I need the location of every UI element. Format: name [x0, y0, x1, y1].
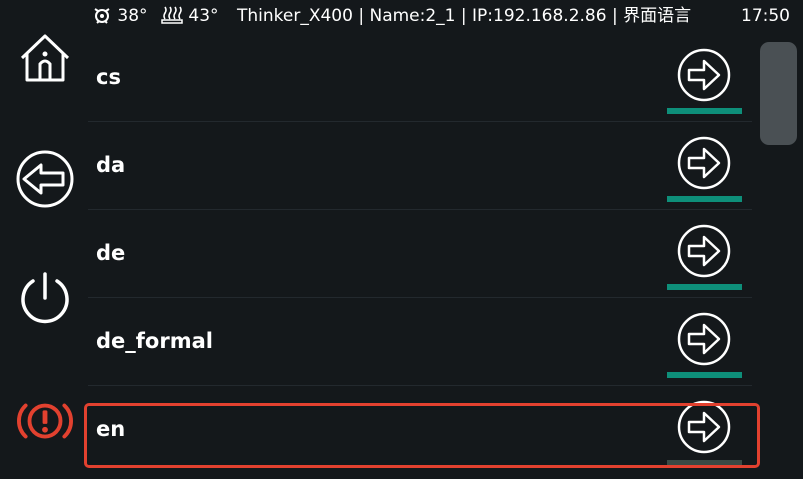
item-underline	[667, 460, 742, 466]
list-item[interactable]: cs	[88, 34, 752, 122]
status-bar: 38° 43° Thinker_X400 | Name:2_1 | IP:192…	[0, 0, 803, 32]
list-item-selected[interactable]: en	[88, 386, 752, 474]
power-icon	[21, 272, 69, 324]
item-underline	[667, 196, 742, 202]
nozzle-temp: 38°	[92, 5, 148, 27]
bed-temp-value: 43°	[188, 6, 219, 26]
arrow-right-icon[interactable]	[677, 48, 731, 102]
emergency-stop-button[interactable]	[14, 390, 76, 452]
language-label: de_formal	[96, 329, 213, 353]
heated-bed-icon	[161, 6, 183, 24]
back-arrow-icon	[16, 150, 74, 208]
language-label: de	[96, 241, 126, 265]
alert-icon	[17, 403, 73, 439]
arrow-right-icon[interactable]	[677, 400, 731, 454]
language-label: da	[96, 153, 126, 177]
sidebar	[0, 32, 88, 479]
clock: 17:50	[741, 6, 790, 26]
item-underline	[667, 108, 742, 114]
arrow-right-icon[interactable]	[677, 224, 731, 278]
home-button[interactable]	[14, 28, 76, 90]
bed-temp: 43°	[161, 5, 219, 27]
item-underline	[667, 372, 742, 378]
language-label: cs	[96, 65, 121, 89]
arrow-right-icon[interactable]	[677, 136, 731, 190]
power-button[interactable]	[14, 268, 76, 330]
language-settings-screen: 38° 43° Thinker_X400 | Name:2_1 | IP:192…	[0, 0, 803, 479]
nozzle-temp-value: 38°	[117, 6, 148, 26]
language-label: en	[96, 417, 126, 441]
list-item[interactable]: de_formal	[88, 298, 752, 386]
list-item[interactable]: da	[88, 122, 752, 210]
printer-info: Thinker_X400 | Name:2_1 | IP:192.168.2.8…	[237, 6, 692, 26]
scrollbar-thumb[interactable]	[760, 42, 797, 145]
nozzle-icon	[94, 8, 110, 24]
item-underline	[667, 284, 742, 290]
list-item[interactable]: de	[88, 210, 752, 298]
home-icon	[20, 34, 70, 82]
arrow-right-icon[interactable]	[677, 312, 731, 366]
back-button[interactable]	[14, 148, 76, 210]
language-list: cs da de de_formal en	[88, 34, 752, 474]
